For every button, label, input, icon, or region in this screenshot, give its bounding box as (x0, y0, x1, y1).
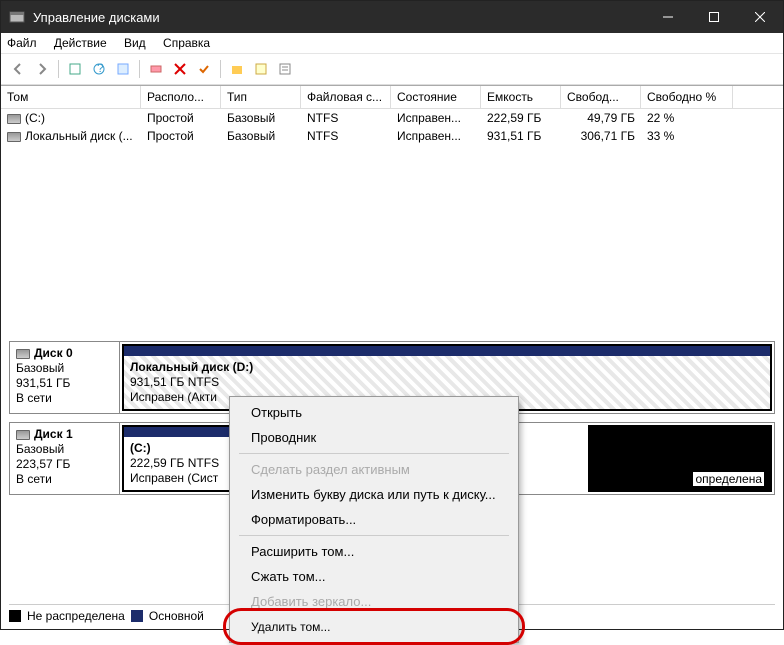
menu-file[interactable]: Файл (7, 36, 37, 50)
delete-icon[interactable] (169, 58, 191, 80)
titlebar: Управление дисками (1, 1, 783, 33)
volume-table: (C:) ПростойБазовый NTFSИсправен... 222,… (1, 109, 783, 145)
header-free[interactable]: Свобод... (561, 86, 641, 108)
header-fs[interactable]: Файловая с... (301, 86, 391, 108)
menu-help[interactable]: Справка (163, 36, 210, 50)
help-icon[interactable]: ? (88, 58, 110, 80)
header-layout[interactable]: Располо... (141, 86, 221, 108)
table-row[interactable]: (C:) ПростойБазовый NTFSИсправен... 222,… (1, 109, 783, 127)
menu-action[interactable]: Действие (54, 36, 107, 50)
context-menu: Открыть Проводник Сделать раздел активны… (229, 396, 519, 643)
note-icon[interactable] (250, 58, 272, 80)
folder-icon[interactable] (226, 58, 248, 80)
header-freepct[interactable]: Свободно % (641, 86, 733, 108)
header-status[interactable]: Состояние (391, 86, 481, 108)
disk-info[interactable]: Диск 1 Базовый223,57 ГБВ сети (10, 423, 120, 494)
menu-view[interactable]: Вид (124, 36, 146, 50)
unallocated-block[interactable]: определена (588, 425, 772, 492)
legend-swatch-unalloc (9, 610, 21, 622)
settings-icon[interactable] (145, 58, 167, 80)
check-icon[interactable] (193, 58, 215, 80)
properties-icon[interactable] (112, 58, 134, 80)
maximize-button[interactable] (691, 1, 737, 33)
app-icon (9, 9, 25, 25)
menu-item-delete-volume[interactable]: Удалить том... (233, 614, 515, 639)
svg-text:?: ? (97, 62, 104, 75)
menu-item-explorer[interactable]: Проводник (233, 425, 515, 450)
header-type[interactable]: Тип (221, 86, 301, 108)
disk-info[interactable]: Диск 0 Базовый931,51 ГБВ сети (10, 342, 120, 413)
minimize-button[interactable] (645, 1, 691, 33)
header-capacity[interactable]: Емкость (481, 86, 561, 108)
menu-item-active: Сделать раздел активным (233, 457, 515, 482)
menu-item-mirror: Добавить зеркало... (233, 589, 515, 614)
volume-table-header: Том Располо... Тип Файловая с... Состоян… (1, 85, 783, 109)
disk-icon (16, 349, 30, 359)
disk-icon (16, 430, 30, 440)
list-icon[interactable] (274, 58, 296, 80)
header-volume[interactable]: Том (1, 86, 141, 108)
refresh-icon[interactable] (64, 58, 86, 80)
forward-button[interactable] (31, 58, 53, 80)
close-button[interactable] (737, 1, 783, 33)
menu-item-change-letter[interactable]: Изменить букву диска или путь к диску... (233, 482, 515, 507)
menu-item-format[interactable]: Форматировать... (233, 507, 515, 532)
legend-swatch-primary (131, 610, 143, 622)
menu-item-shrink[interactable]: Сжать том... (233, 564, 515, 589)
menu-item-extend[interactable]: Расширить том... (233, 539, 515, 564)
toolbar: ? (1, 54, 783, 85)
back-button[interactable] (7, 58, 29, 80)
drive-icon (7, 132, 21, 142)
window-title: Управление дисками (33, 10, 645, 25)
drive-icon (7, 114, 21, 124)
table-row[interactable]: Локальный диск (... ПростойБазовый NTFSИ… (1, 127, 783, 145)
menu-item-open[interactable]: Открыть (233, 400, 515, 425)
menubar: Файл Действие Вид Справка (1, 33, 783, 54)
